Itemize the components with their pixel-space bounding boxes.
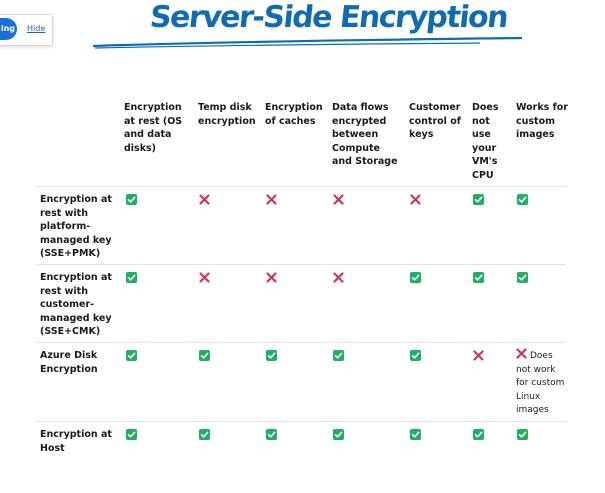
cross-icon <box>199 194 210 205</box>
cross-icon <box>516 348 527 359</box>
check-icon <box>199 429 210 440</box>
column-header-encryption-at-rest: Encryption at rest (OS and data disks) <box>124 102 183 154</box>
check-icon <box>473 429 484 440</box>
check-icon <box>517 272 528 283</box>
row-label-azure-disk-encryption: Azure Disk Encryption <box>40 350 98 375</box>
cross-icon <box>333 194 344 205</box>
title-underline-swoosh <box>92 36 523 49</box>
column-header-data-flows: Data flows encrypted between Compute and… <box>332 102 398 167</box>
column-header-caches: Encryption of caches <box>265 102 323 127</box>
column-header-custom-images: Works for custom images <box>516 102 568 140</box>
cross-icon <box>199 272 210 283</box>
check-icon <box>410 350 421 361</box>
cross-icon <box>410 194 421 205</box>
cross-icon <box>266 194 277 205</box>
row-divider <box>36 186 566 187</box>
check-icon <box>333 429 344 440</box>
check-icon <box>126 194 137 205</box>
cross-icon <box>473 350 484 361</box>
cross-icon <box>333 272 344 283</box>
check-icon <box>473 272 484 283</box>
popup-pill-button[interactable]: ing <box>0 18 17 40</box>
check-icon <box>473 194 484 205</box>
check-icon <box>517 429 528 440</box>
page-title: Server-Side Encryption <box>148 0 509 35</box>
check-icon <box>126 429 137 440</box>
row-divider <box>36 342 566 343</box>
row-label-encryption-at-host: Encryption at Host <box>40 429 112 454</box>
check-icon <box>266 350 277 361</box>
check-icon <box>333 350 344 361</box>
row-label-sse-pmk: Encryption at rest with platform-managed… <box>40 194 112 259</box>
check-icon <box>517 194 528 205</box>
check-icon <box>126 350 137 361</box>
check-icon <box>266 429 277 440</box>
row-divider <box>36 421 566 422</box>
custom-images-note-text: Does not work for custom Linux images <box>516 351 565 415</box>
info-popup: ing Hide <box>0 14 53 46</box>
column-header-temp-disk: Temp disk encryption <box>198 102 256 127</box>
check-icon <box>410 429 421 440</box>
check-icon <box>199 350 210 361</box>
row-divider <box>36 264 566 265</box>
column-header-customer-control: Customer control of keys <box>409 102 461 140</box>
check-icon <box>410 272 421 283</box>
cross-icon <box>266 272 277 283</box>
custom-images-note: Does not work for custom Linux images <box>516 348 568 418</box>
column-header-vm-cpu: Does not use your VM's CPU <box>472 102 499 181</box>
row-label-sse-cmk: Encryption at rest with customer-managed… <box>40 272 112 337</box>
check-icon <box>126 272 137 283</box>
hide-link[interactable]: Hide <box>27 24 45 33</box>
